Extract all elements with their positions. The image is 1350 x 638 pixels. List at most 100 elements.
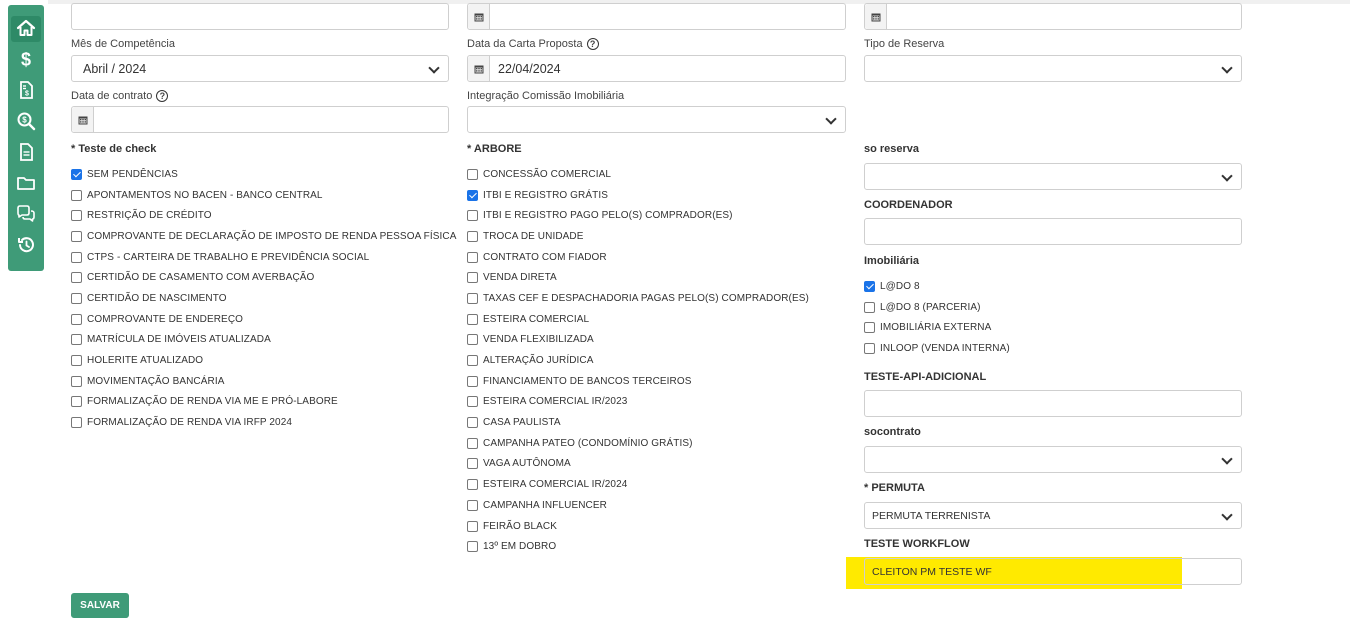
checkbox-item[interactable]: CONCESSÃO COMERCIAL	[467, 164, 809, 185]
checkbox[interactable]	[71, 272, 82, 284]
checkbox[interactable]	[467, 272, 478, 284]
sidebar-item-search[interactable]: $	[8, 106, 44, 136]
checkbox[interactable]	[71, 313, 82, 325]
checkbox[interactable]	[71, 355, 82, 367]
checkbox-item[interactable]: 13º EM DOBRO	[467, 536, 809, 557]
checkbox[interactable]	[71, 334, 82, 346]
help-icon[interactable]: ?	[156, 90, 169, 102]
checkbox-item[interactable]: ALTERAÇÃO JURÍDICA	[467, 350, 809, 371]
checkbox[interactable]	[467, 334, 478, 346]
checkbox[interactable]	[467, 437, 478, 449]
checkbox[interactable]	[864, 280, 875, 292]
checkbox-item[interactable]: FEIRÃO BLACK	[467, 516, 809, 537]
checkbox-item[interactable]: TROCA DE UNIDADE	[467, 226, 809, 247]
checkbox[interactable]	[467, 396, 478, 408]
checkbox-item[interactable]: L@DO 8 (PARCERIA)	[864, 297, 1010, 318]
checkbox[interactable]	[467, 355, 478, 367]
data-carta-field[interactable]: 22/04/2024	[467, 55, 846, 82]
checkbox[interactable]	[864, 342, 875, 354]
checkbox[interactable]	[467, 499, 478, 511]
checkbox[interactable]	[467, 313, 478, 325]
checkbox[interactable]	[467, 479, 478, 491]
checkbox[interactable]	[71, 396, 82, 408]
teste-workflow-input[interactable]: CLEITON PM TESTE WF	[864, 558, 1242, 585]
checkbox[interactable]	[467, 210, 478, 222]
sidebar-item-comments[interactable]	[8, 199, 44, 229]
checkbox[interactable]	[71, 417, 82, 429]
checkbox-item[interactable]: FINANCIAMENTO DE BANCOS TERCEIROS	[467, 371, 809, 392]
top-field-1[interactable]	[71, 3, 449, 30]
checkbox[interactable]	[71, 230, 82, 242]
checkbox[interactable]	[467, 417, 478, 429]
checkbox-item[interactable]: VENDA FLEXIBILIZADA	[467, 330, 809, 351]
checkbox[interactable]	[864, 301, 875, 313]
help-icon[interactable]: ?	[586, 38, 599, 50]
so-reserva-select[interactable]	[864, 163, 1242, 190]
sidebar-item-invoice[interactable]: $	[8, 75, 44, 105]
checkbox-item[interactable]: CAMPANHA INFLUENCER	[467, 495, 809, 516]
checkbox-item[interactable]: ESTEIRA COMERCIAL IR/2023	[467, 392, 809, 413]
sidebar-item-documents[interactable]	[8, 137, 44, 167]
checkbox[interactable]	[467, 375, 478, 387]
checkbox-item[interactable]: APONTAMENTOS NO BACEN - BANCO CENTRAL	[71, 185, 457, 206]
tipo-reserva-select[interactable]	[864, 55, 1242, 82]
checkbox-item[interactable]: L@DO 8	[864, 276, 1010, 297]
checkbox[interactable]	[71, 210, 82, 222]
checkbox-item[interactable]: CERTIDÃO DE CASAMENTO COM AVERBAÇÃO	[71, 267, 457, 288]
checkbox-item[interactable]: VENDA DIRETA	[467, 267, 809, 288]
socontrato-select[interactable]	[864, 446, 1242, 473]
checkbox-item[interactable]: FORMALIZAÇÃO DE RENDA VIA IRFP 2024	[71, 412, 457, 433]
checkbox[interactable]	[467, 292, 478, 304]
checkbox-item[interactable]: VAGA AUTÔNOMA	[467, 454, 809, 475]
mes-competencia-select[interactable]: Abril / 2024	[71, 55, 449, 82]
checkbox-item[interactable]: MATRÍCULA DE IMÓVEIS ATUALIZADA	[71, 330, 457, 351]
top-date-field-3[interactable]	[864, 3, 1242, 30]
checkbox-item[interactable]: CAMPANHA PATEO (CONDOMÍNIO GRÁTIS)	[467, 433, 809, 454]
top-date-field-2[interactable]	[467, 3, 846, 30]
checkbox[interactable]	[864, 322, 875, 334]
data-contrato-field[interactable]	[71, 106, 449, 133]
sidebar-item-history[interactable]	[8, 230, 44, 260]
calendar-icon[interactable]	[468, 4, 490, 29]
checkbox-item[interactable]: COMPROVANTE DE DECLARAÇÃO DE IMPOSTO DE …	[71, 226, 457, 247]
checkbox-item[interactable]: ITBI E REGISTRO GRÁTIS	[467, 185, 809, 206]
checkbox-item[interactable]: MOVIMENTAÇÃO BANCÁRIA	[71, 371, 457, 392]
sidebar-item-financeiro[interactable]: $	[8, 44, 44, 74]
checkbox-item[interactable]: COMPROVANTE DE ENDEREÇO	[71, 309, 457, 330]
checkbox[interactable]	[71, 168, 82, 180]
checkbox-item[interactable]: HOLERITE ATUALIZADO	[71, 350, 457, 371]
checkbox-item[interactable]: IMOBILIÁRIA EXTERNA	[864, 317, 1010, 338]
checkbox[interactable]	[467, 520, 478, 532]
checkbox-item[interactable]: CTPS - CARTEIRA DE TRABALHO E PREVIDÊNCI…	[71, 247, 457, 268]
checkbox-item[interactable]: ITBI E REGISTRO PAGO PELO(S) COMPRADOR(E…	[467, 205, 809, 226]
integracao-select[interactable]	[467, 106, 846, 133]
checkbox-item[interactable]: FORMALIZAÇÃO DE RENDA VIA ME E PRÓ-LABOR…	[71, 392, 457, 413]
checkbox-item[interactable]: CONTRATO COM FIADOR	[467, 247, 809, 268]
checkbox-item[interactable]: CASA PAULISTA	[467, 412, 809, 433]
checkbox-item[interactable]: ESTEIRA COMERCIAL IR/2024	[467, 474, 809, 495]
checkbox[interactable]	[467, 230, 478, 242]
checkbox-item[interactable]: RESTRIÇÃO DE CRÉDITO	[71, 205, 457, 226]
checkbox[interactable]	[71, 375, 82, 387]
calendar-icon[interactable]	[72, 107, 94, 132]
teste-api-input[interactable]	[864, 390, 1242, 417]
checkbox[interactable]	[467, 458, 478, 470]
checkbox[interactable]	[71, 292, 82, 304]
checkbox-item[interactable]: ESTEIRA COMERCIAL	[467, 309, 809, 330]
checkbox-item[interactable]: CERTIDÃO DE NASCIMENTO	[71, 288, 457, 309]
calendar-icon[interactable]	[468, 56, 490, 81]
permuta-select[interactable]: PERMUTA TERRENISTA	[864, 502, 1242, 529]
coordenador-input[interactable]	[864, 218, 1242, 245]
sidebar-item-home[interactable]	[8, 13, 44, 43]
checkbox[interactable]	[71, 251, 82, 263]
sidebar-item-folder[interactable]	[8, 168, 44, 198]
checkbox-item[interactable]: TAXAS CEF E DESPACHADORIA PAGAS PELO(S) …	[467, 288, 809, 309]
checkbox[interactable]	[467, 189, 478, 201]
checkbox[interactable]	[71, 189, 82, 201]
checkbox[interactable]	[467, 541, 478, 553]
checkbox[interactable]	[467, 168, 478, 180]
checkbox-item[interactable]: INLOOP (VENDA INTERNA)	[864, 338, 1010, 359]
checkbox[interactable]	[467, 251, 478, 263]
calendar-icon[interactable]	[865, 4, 887, 29]
checkbox-item[interactable]: SEM PENDÊNCIAS	[71, 164, 457, 185]
